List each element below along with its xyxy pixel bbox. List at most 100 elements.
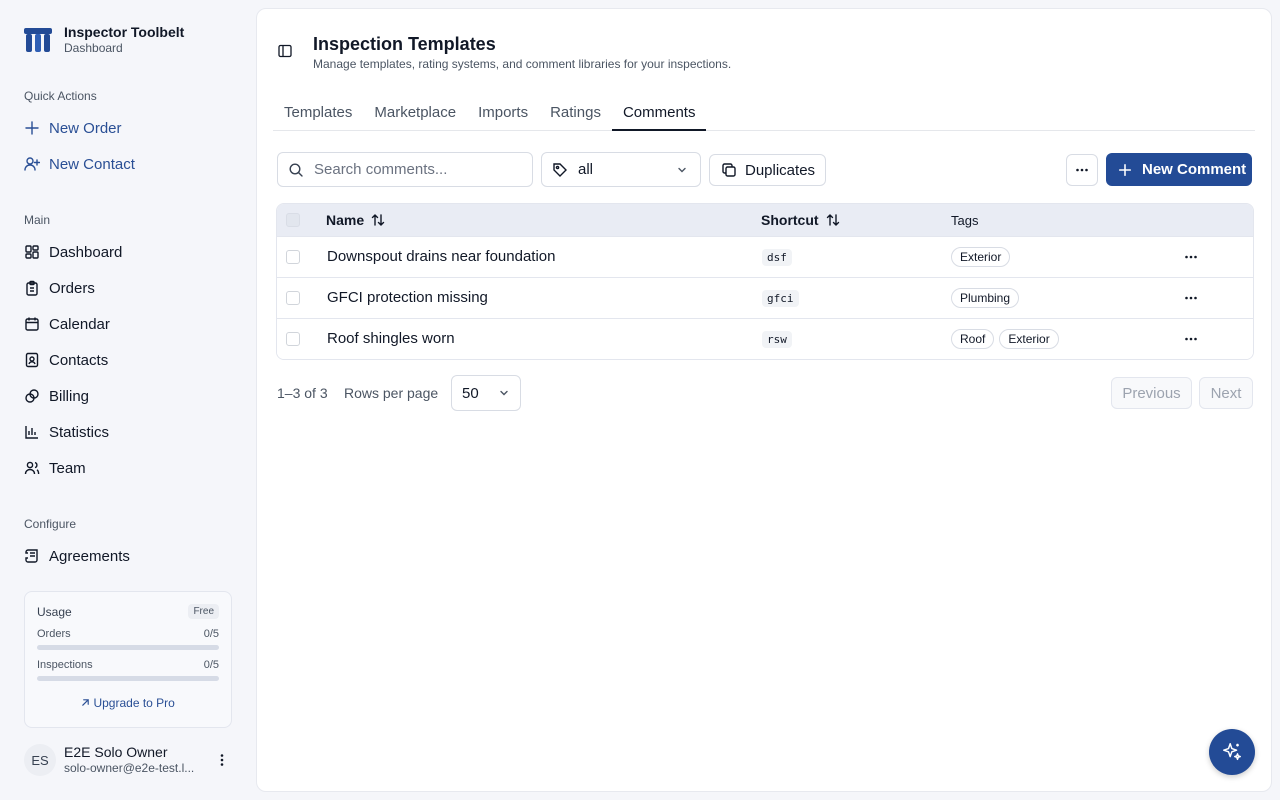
tag-badge: Exterior <box>999 329 1059 349</box>
calendar-icon <box>25 317 39 331</box>
table-header: Name Shortcut Tags <box>277 204 1253 237</box>
ai-assistant-button[interactable] <box>1209 729 1255 775</box>
tab-comments[interactable]: Comments <box>611 97 707 131</box>
inspections-usage-bar <box>37 676 219 681</box>
more-vertical-icon[interactable] <box>214 752 230 768</box>
new-contact-button[interactable]: New Contact <box>24 154 135 174</box>
tab-imports[interactable]: Imports <box>467 97 539 131</box>
tab-templates[interactable]: Templates <box>273 97 363 131</box>
sidebar-item-label: Statistics <box>49 423 110 441</box>
sidebar-item-contacts[interactable]: Contacts <box>24 350 108 370</box>
table-row[interactable]: Downspout drains near foundation dsf Ext… <box>277 237 1253 278</box>
copy-icon <box>722 163 736 177</box>
sidebar-item-label: Orders <box>49 279 95 297</box>
usage-card: Usage Free Orders 0/5 Inspections 0/5 Up… <box>24 591 232 728</box>
row-actions-icon[interactable] <box>1183 249 1199 265</box>
tag-icon <box>553 162 567 177</box>
column-label: Tags <box>951 213 979 228</box>
table-row[interactable]: GFCI protection missing gfci Plumbing <box>277 278 1253 319</box>
comment-name: GFCI protection missing <box>327 289 488 306</box>
quick-actions-label: Quick Actions <box>24 89 97 103</box>
select-all-checkbox[interactable] <box>286 213 300 227</box>
brand-subtitle: Dashboard <box>64 41 123 55</box>
row-actions-icon[interactable] <box>1183 331 1199 347</box>
upgrade-link[interactable]: Upgrade to Pro <box>25 696 231 710</box>
rows-per-page-label: Rows per page <box>344 385 439 401</box>
tag-list: Plumbing <box>951 288 1020 308</box>
sidebar-toggle-icon[interactable] <box>277 43 293 59</box>
upgrade-label: Upgrade to Pro <box>93 696 175 710</box>
more-horizontal-icon <box>1076 168 1088 172</box>
table-row[interactable]: Roof shingles worn rsw Roof Exterior <box>277 319 1253 359</box>
previous-page-button[interactable]: Previous <box>1111 377 1192 409</box>
clipboard-icon <box>26 280 38 296</box>
row-checkbox[interactable] <box>286 250 300 264</box>
plan-badge: Free <box>188 604 219 619</box>
avatar: ES <box>24 744 56 776</box>
sort-icon <box>371 214 385 226</box>
search-input[interactable] <box>314 161 514 178</box>
sidebar-item-agreements[interactable]: Agreements <box>24 546 130 566</box>
sidebar-item-dashboard[interactable]: Dashboard <box>24 242 122 262</box>
rows-per-page-select[interactable]: 50 <box>451 375 521 411</box>
sidebar-item-billing[interactable]: Billing <box>24 386 89 406</box>
chevron-down-icon <box>678 167 686 172</box>
shortcut-column-header[interactable]: Shortcut <box>761 212 841 228</box>
usage-label: Inspections <box>37 659 93 671</box>
row-checkbox[interactable] <box>286 291 300 305</box>
row-actions-icon[interactable] <box>1183 290 1199 306</box>
user-profile[interactable]: ES E2E Solo Owner solo-owner@e2e-test.l.… <box>24 744 238 776</box>
orders-usage-bar <box>37 645 219 650</box>
sidebar-item-orders[interactable]: Orders <box>24 278 95 298</box>
main-section-label: Main <box>24 213 51 227</box>
row-checkbox[interactable] <box>286 332 300 346</box>
rows-per-page-value: 50 <box>462 384 479 402</box>
more-options-button[interactable] <box>1066 154 1098 186</box>
usage-title: Usage <box>37 604 72 619</box>
users-icon <box>24 461 40 475</box>
sidebar-item-team[interactable]: Team <box>24 458 86 478</box>
page-subtitle: Manage templates, rating systems, and co… <box>313 57 732 71</box>
name-column-header[interactable]: Name <box>326 212 386 228</box>
tag-filter-value: all <box>578 161 594 178</box>
search-box <box>277 152 533 187</box>
tab-bar: Templates Marketplace Imports Ratings Co… <box>273 97 1255 131</box>
user-email: solo-owner@e2e-test.l... <box>64 761 195 775</box>
search-icon <box>289 162 303 177</box>
sidebar-item-calendar[interactable]: Calendar <box>24 314 110 334</box>
pagination-range: 1–3 of 3 <box>277 385 328 401</box>
sidebar-item-label: Calendar <box>49 315 110 333</box>
page-title: Inspection Templates <box>313 34 496 54</box>
new-comment-button[interactable]: New Comment <box>1106 153 1252 186</box>
sidebar-item-statistics[interactable]: Statistics <box>24 422 109 442</box>
arrow-up-right-icon <box>82 699 89 706</box>
duplicates-button[interactable]: Duplicates <box>709 154 826 186</box>
usage-value: 0/5 <box>203 628 219 640</box>
new-contact-label: New Contact <box>49 155 135 173</box>
tag-badge: Roof <box>951 329 995 349</box>
duplicates-label: Duplicates <box>745 161 816 179</box>
tab-marketplace[interactable]: Marketplace <box>363 97 467 131</box>
configure-section-label: Configure <box>24 517 77 531</box>
tag-filter-select[interactable]: all <box>541 152 701 187</box>
comment-name: Roof shingles worn <box>327 330 455 347</box>
sidebar-item-label: Agreements <box>49 547 130 565</box>
bar-chart-icon <box>25 426 38 439</box>
sidebar-item-label: Contacts <box>49 351 109 369</box>
comment-shortcut: dsf <box>762 249 792 266</box>
tags-column-header: Tags <box>951 213 978 228</box>
column-label: Name <box>326 212 365 228</box>
sidebar: Inspector Toolbelt Dashboard Quick Actio… <box>0 0 256 800</box>
usage-value: 0/5 <box>203 659 219 671</box>
sort-icon <box>826 214 839 226</box>
tag-badge: Exterior <box>951 247 1011 267</box>
tab-ratings[interactable]: Ratings <box>539 97 612 131</box>
tag-list: Exterior <box>951 247 1011 267</box>
next-page-button[interactable]: Next <box>1199 377 1253 409</box>
new-order-button[interactable]: New Order <box>24 118 122 138</box>
usage-label: Orders <box>37 628 71 640</box>
grid-icon <box>25 245 39 259</box>
new-order-label: New Order <box>49 119 122 137</box>
sidebar-item-label: Team <box>49 459 86 477</box>
brand[interactable]: Inspector Toolbelt Dashboard <box>24 24 184 56</box>
